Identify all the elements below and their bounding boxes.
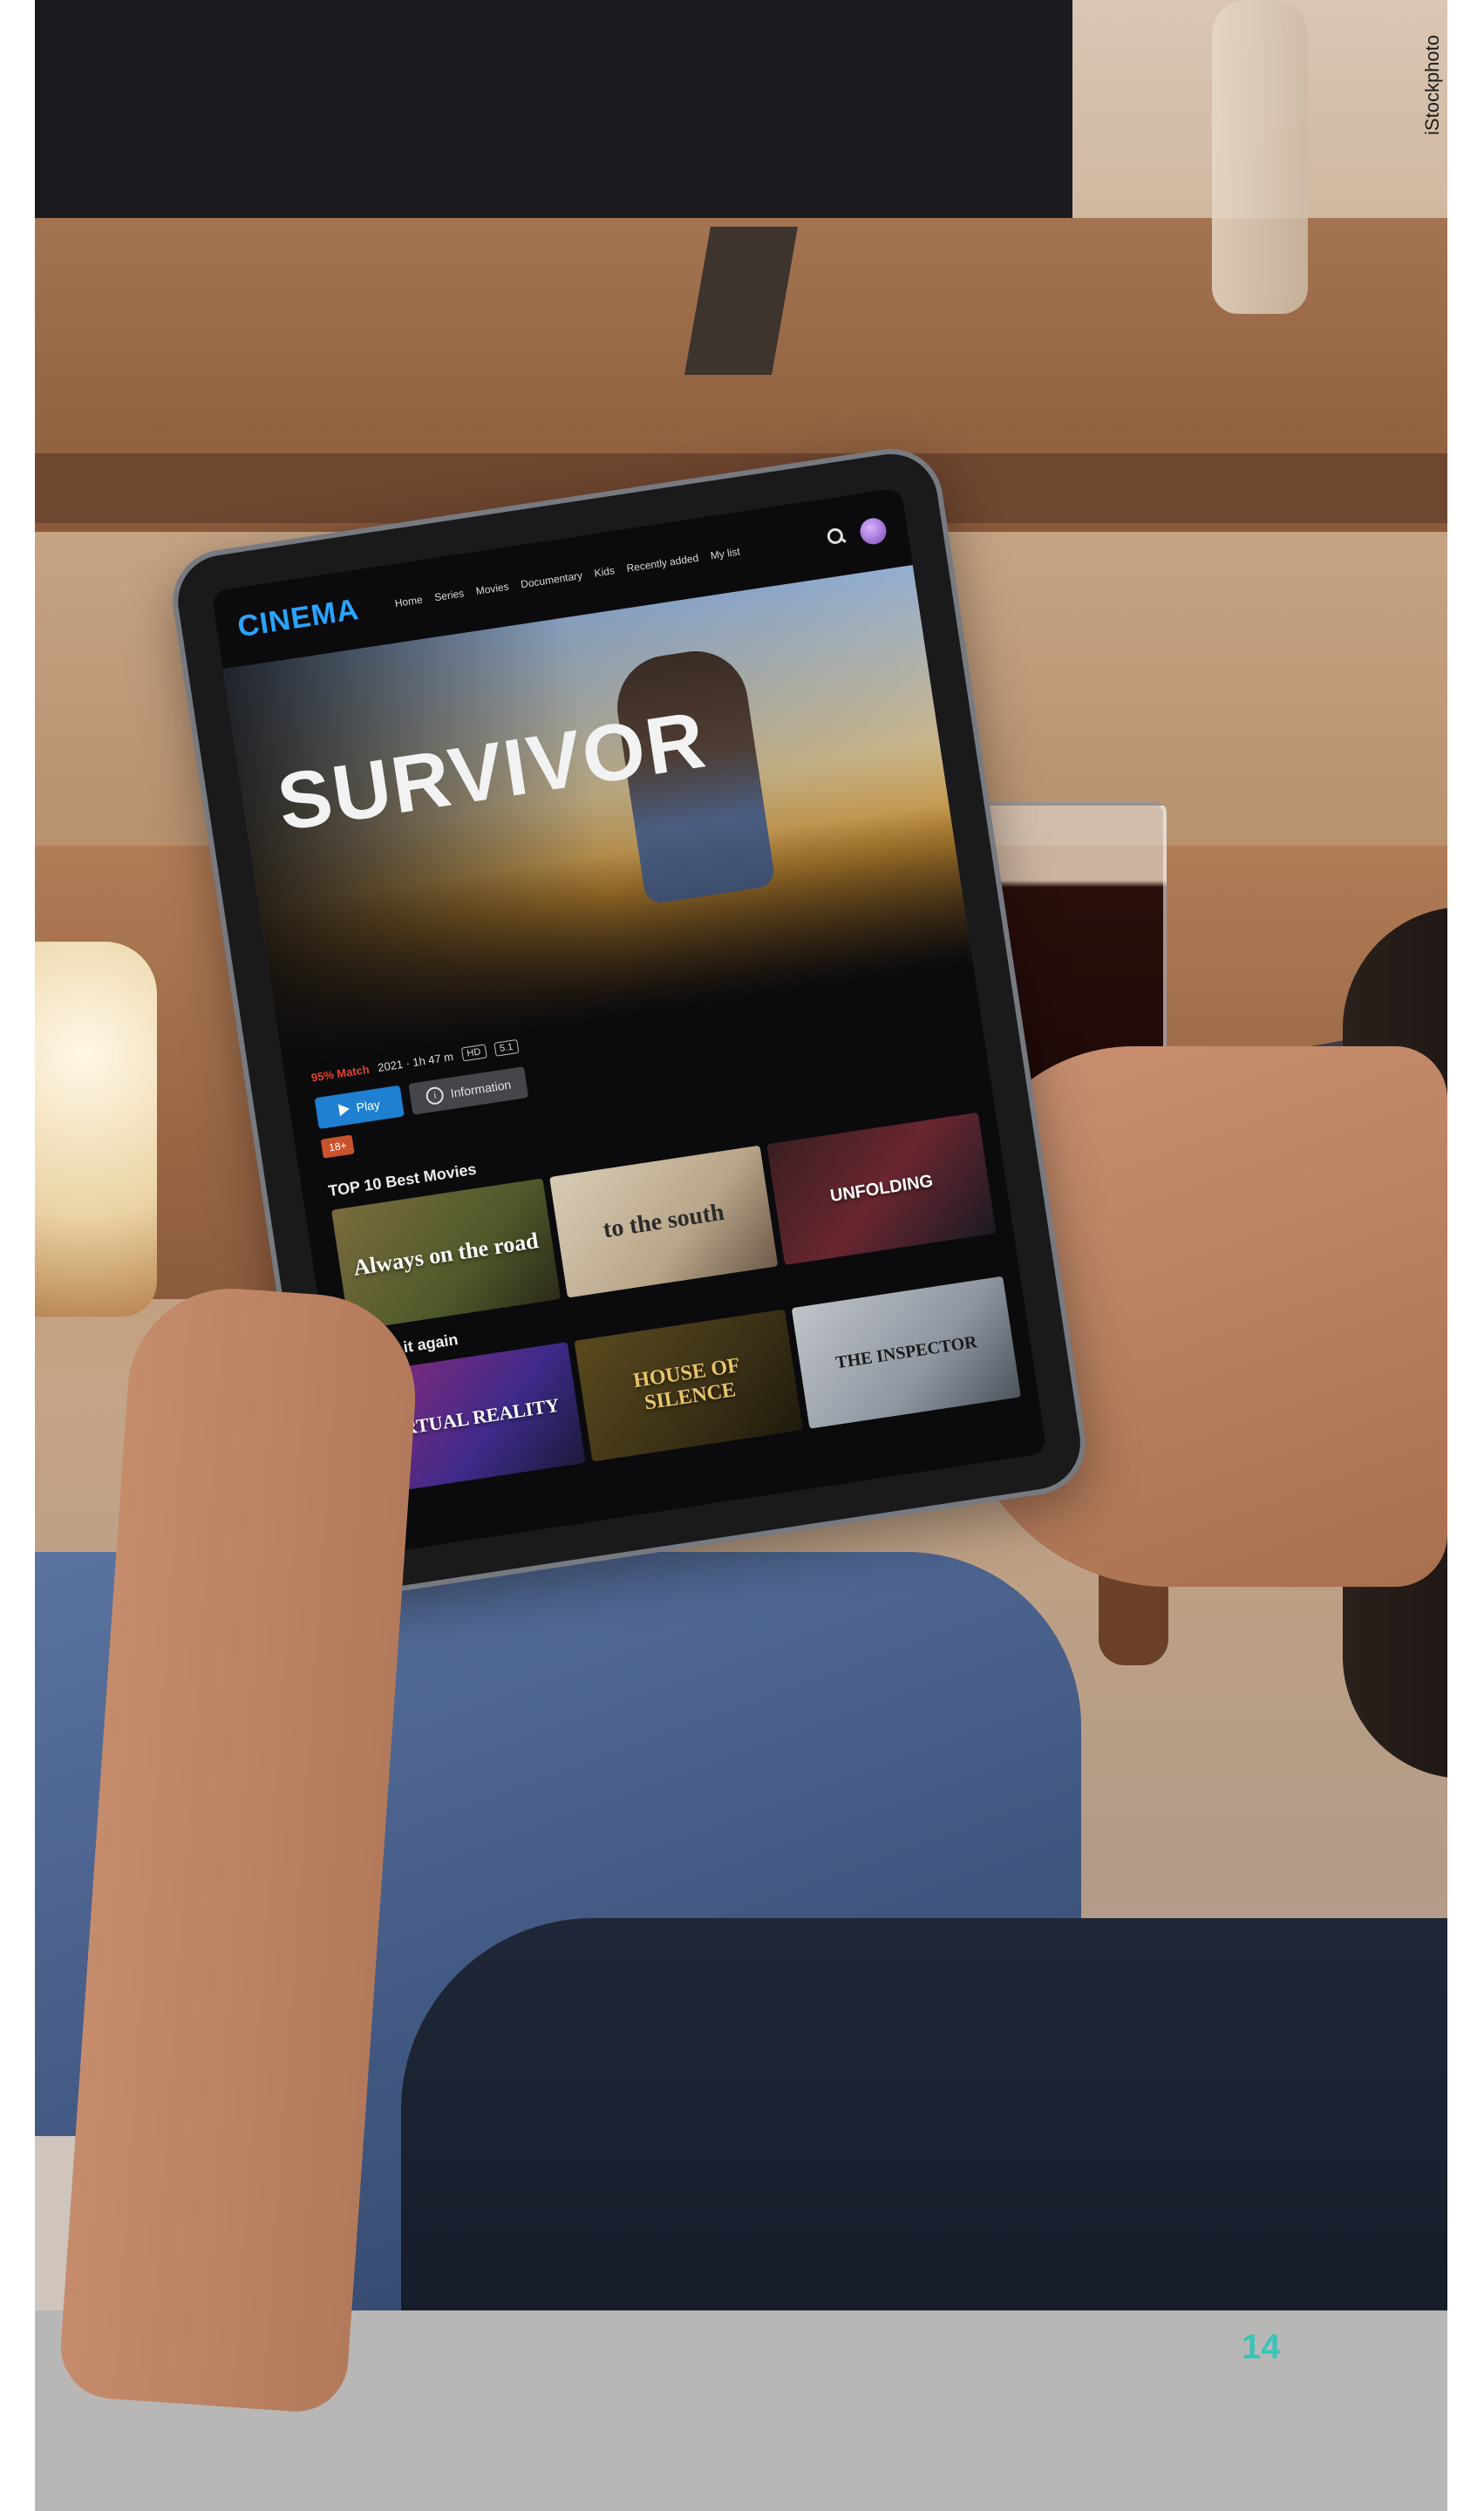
info-icon: i <box>425 1085 446 1106</box>
movie-card[interactable]: Always on the road <box>330 1178 561 1331</box>
year-runtime: 2021 · 1h 47 m <box>377 1049 454 1074</box>
movie-card-title: THE INSPECTOR <box>834 1331 978 1372</box>
movie-card-title: to the south <box>601 1198 726 1244</box>
movie-card-title: Always on the road <box>351 1228 541 1281</box>
television <box>35 0 1072 227</box>
movie-card[interactable]: UNFOLDING <box>766 1112 997 1265</box>
nav-recently-added[interactable]: Recently added <box>626 552 700 575</box>
nav-kids[interactable]: Kids <box>594 564 616 579</box>
nav-documentary[interactable]: Documentary <box>520 569 583 591</box>
match-score: 95% Match <box>310 1062 371 1085</box>
search-icon[interactable] <box>827 527 847 547</box>
information-button[interactable]: i Information <box>408 1066 529 1115</box>
movie-card[interactable]: HOUSE OF SILENCE <box>574 1309 804 1462</box>
decorative-sculpture <box>1212 0 1308 314</box>
information-label: Information <box>449 1077 513 1100</box>
nav-movies[interactable]: Movies <box>475 581 510 598</box>
page-number: 14 <box>1242 2328 1281 2366</box>
popcorn-bowl <box>35 942 157 1317</box>
play-icon <box>337 1102 351 1117</box>
movie-card[interactable]: THE INSPECTOR <box>792 1276 1021 1429</box>
movie-card[interactable]: to the south <box>548 1145 779 1298</box>
movie-card-title: HOUSE OF SILENCE <box>631 1354 742 1415</box>
nav-my-list[interactable]: My list <box>710 546 741 562</box>
audio-badge: 5.1 <box>493 1038 520 1057</box>
age-rating-badge: 18+ <box>320 1134 355 1159</box>
play-label: Play <box>355 1097 381 1115</box>
nav-series[interactable]: Series <box>433 587 465 603</box>
hd-badge: HD <box>460 1044 487 1062</box>
app-logo[interactable]: CINEMA <box>235 592 361 644</box>
movie-card-title: UNFOLDING <box>828 1171 935 1206</box>
photo: CINEMA Home Series Movies Documentary Ki… <box>35 0 1447 2511</box>
nav-home[interactable]: Home <box>394 594 424 610</box>
photo-credit: iStockphoto <box>1421 35 1443 135</box>
play-button[interactable]: Play <box>314 1085 405 1130</box>
avatar[interactable] <box>858 516 888 547</box>
